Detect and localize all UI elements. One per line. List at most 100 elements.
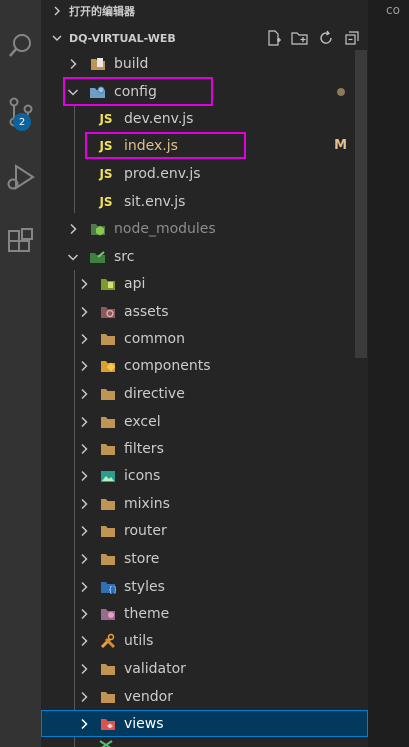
new-file-icon[interactable] xyxy=(264,28,284,48)
tree-label: utils xyxy=(124,632,154,649)
tree-label: store xyxy=(124,550,160,567)
chevron-right-icon xyxy=(77,690,91,704)
tree-label: common xyxy=(124,330,185,347)
chevron-down-icon xyxy=(50,31,64,45)
tree-file-prod-env[interactable]: JS prod.env.js xyxy=(41,160,368,187)
refresh-icon[interactable] xyxy=(316,28,336,48)
tree-label: api xyxy=(124,275,146,292)
tree-folder-router[interactable]: router xyxy=(41,517,368,544)
extensions-icon[interactable] xyxy=(0,220,41,264)
tree-label: validator xyxy=(124,660,186,677)
folder-icon xyxy=(99,661,117,677)
tree-folder-assets[interactable]: assets xyxy=(41,298,368,325)
tree-folder-mixins[interactable]: mixins xyxy=(41,490,368,517)
chevron-right-icon xyxy=(77,662,91,676)
explorer-root-header[interactable]: DQ-VIRTUAL-WEB xyxy=(41,25,368,51)
tree-label: vendor xyxy=(124,688,173,705)
folder-icon xyxy=(99,689,117,705)
explorer-sidebar: 打开的编辑器 DQ-VIRTUAL-WEB build config JS de… xyxy=(41,0,368,747)
new-folder-icon[interactable] xyxy=(290,28,310,48)
tree-folder-styles[interactable]: {} styles xyxy=(41,573,368,600)
modified-status: M xyxy=(334,138,347,153)
tree-label: sit.env.js xyxy=(124,193,186,210)
folder-icon xyxy=(99,441,117,457)
file-icon xyxy=(97,737,115,747)
tree-label: styles xyxy=(124,578,165,595)
tree-file-sit-env[interactable]: JS sit.env.js xyxy=(41,188,368,215)
collapse-all-icon[interactable] xyxy=(342,28,362,48)
chevron-right-icon xyxy=(77,442,91,456)
tree-folder-validator[interactable]: validator xyxy=(41,655,368,682)
chevron-right-icon xyxy=(77,415,91,429)
tree-label: filters xyxy=(124,440,164,457)
tree-label: assets xyxy=(124,303,169,320)
javascript-file-icon: JS xyxy=(99,194,113,209)
highlight-box-config xyxy=(63,77,213,106)
folder-node-icon xyxy=(89,221,107,237)
explorer-root-label: DQ-VIRTUAL-WEB xyxy=(69,31,176,45)
folder-src-icon xyxy=(89,249,107,265)
folder-assets-icon xyxy=(99,304,117,320)
tree-file-dev-env[interactable]: JS dev.env.js xyxy=(41,105,368,132)
chevron-right-icon xyxy=(77,305,91,319)
tree-label: directive xyxy=(124,385,185,402)
chevron-right-icon xyxy=(50,4,64,18)
tree-folder-excel[interactable]: excel xyxy=(41,408,368,435)
folder-icon xyxy=(99,386,117,402)
folder-theme-icon xyxy=(99,606,117,622)
tree-label: router xyxy=(124,522,167,539)
folder-utils-icon xyxy=(99,633,117,649)
folder-icon xyxy=(99,414,117,430)
folder-components-icon xyxy=(99,358,117,374)
tree-folder-node-modules[interactable]: node_modules xyxy=(41,215,368,242)
folder-views-icon xyxy=(99,716,117,732)
chevron-right-icon xyxy=(77,717,91,731)
tree-item-partial xyxy=(41,737,368,747)
chevron-right-icon xyxy=(77,332,91,346)
folder-icon xyxy=(99,331,117,347)
run-debug-icon[interactable] xyxy=(0,155,41,199)
tree-folder-api[interactable]: api xyxy=(41,270,368,297)
chevron-down-icon xyxy=(66,250,80,264)
chevron-right-icon xyxy=(77,469,91,483)
chevron-right-icon xyxy=(77,552,91,566)
tree-folder-store[interactable]: store xyxy=(41,545,368,572)
open-editors-label: 打开的编辑器 xyxy=(69,5,135,18)
tree-label: build xyxy=(114,55,149,72)
tree-folder-utils[interactable]: utils xyxy=(41,627,368,654)
javascript-file-icon: JS xyxy=(99,111,113,126)
source-control-badge: 2 xyxy=(13,113,31,131)
tree-label: views xyxy=(124,715,164,732)
tree-folder-views[interactable]: views xyxy=(41,710,368,737)
folder-icon xyxy=(99,496,117,512)
tree-folder-icons[interactable]: icons xyxy=(41,462,368,489)
folder-icon xyxy=(99,523,117,539)
folder-styles-icon: {} xyxy=(99,579,117,595)
tree-folder-src[interactable]: src xyxy=(41,243,368,270)
tree-folder-theme[interactable]: theme xyxy=(41,600,368,627)
folder-icon xyxy=(99,551,117,567)
chevron-right-icon xyxy=(77,359,91,373)
tree-label: excel xyxy=(124,413,161,430)
tree-folder-build[interactable]: build xyxy=(41,50,368,77)
svg-text:{}: {} xyxy=(108,585,116,594)
chevron-right-icon xyxy=(77,497,91,511)
tree-label: src xyxy=(114,248,135,265)
folder-build-icon xyxy=(89,56,107,72)
chevron-right-icon xyxy=(77,387,91,401)
tree-label: mixins xyxy=(124,495,170,512)
tree-folder-filters[interactable]: filters xyxy=(41,435,368,462)
chevron-right-icon xyxy=(77,580,91,594)
tree-label: prod.env.js xyxy=(124,165,201,182)
chevron-right-icon xyxy=(66,57,80,71)
tree-folder-components[interactable]: components xyxy=(41,352,368,379)
tree-label: components xyxy=(124,357,211,374)
search-icon[interactable] xyxy=(0,23,41,67)
tree-folder-directive[interactable]: directive xyxy=(41,380,368,407)
open-editors-header[interactable]: 打开的编辑器 xyxy=(41,0,368,22)
tree-folder-vendor[interactable]: vendor xyxy=(41,683,368,710)
tree-folder-common[interactable]: common xyxy=(41,325,368,352)
tree-label: theme xyxy=(124,605,170,622)
editor-tab[interactable]: co xyxy=(386,3,400,17)
chevron-right-icon xyxy=(66,222,80,236)
